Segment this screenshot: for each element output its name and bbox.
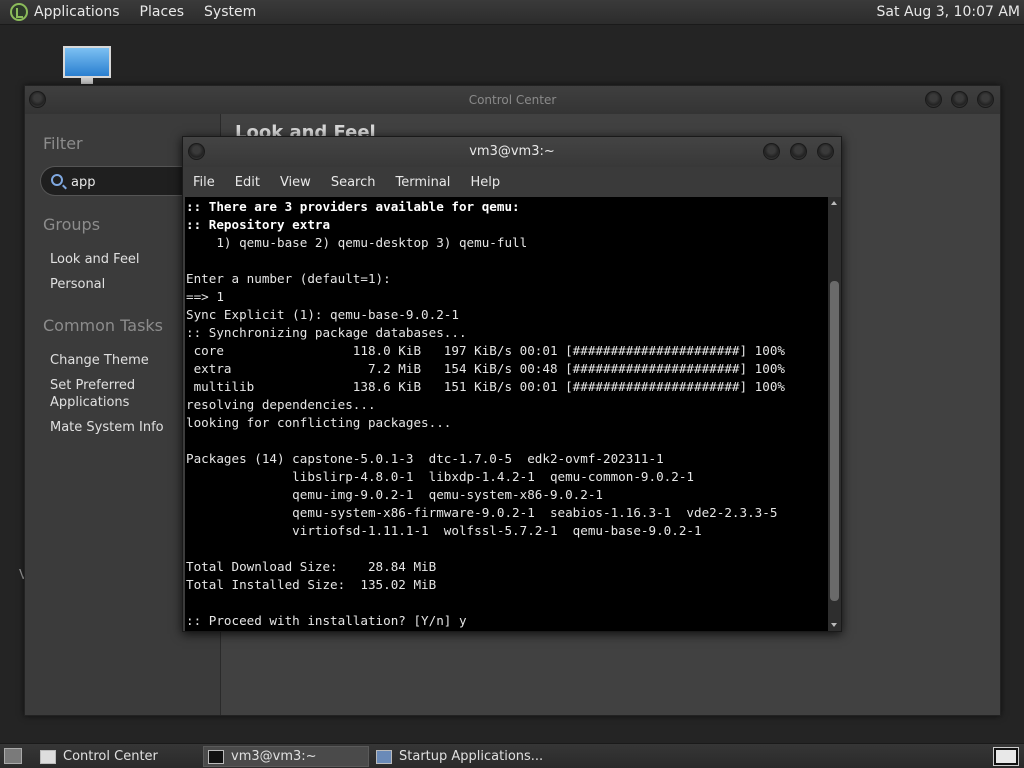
menu-search[interactable]: Search	[331, 175, 376, 190]
terminal-line: Enter a number (default=1):	[186, 271, 391, 286]
terminal-line: ==> 1	[186, 289, 224, 304]
monitor-stand	[81, 78, 93, 84]
mate-logo-icon[interactable]	[10, 3, 28, 21]
control-center-icon	[40, 749, 56, 764]
show-desktop-icon[interactable]	[4, 748, 22, 764]
terminal-line: :: Repository extra	[186, 217, 331, 232]
group-personal[interactable]: Personal	[50, 276, 105, 293]
menu-file[interactable]: File	[193, 175, 215, 190]
minimize-button[interactable]	[763, 143, 780, 160]
terminal-icon	[208, 749, 224, 764]
search-icon	[51, 174, 63, 186]
control-center-titlebar[interactable]: Control Center	[25, 86, 1000, 114]
terminal-line: :: Synchronizing package databases...	[186, 325, 467, 340]
task-control-center[interactable]: Control Center	[36, 746, 196, 767]
applications-menu[interactable]: Applications	[34, 4, 120, 20]
window-menu-button[interactable]	[29, 91, 46, 108]
menu-help[interactable]: Help	[470, 175, 500, 190]
task-label: Startup Applications...	[399, 749, 544, 764]
top-panel: Applications Places System Sat Aug 3, 10…	[0, 0, 1024, 25]
bottom-panel: Control Center vm3@vm3:~ Startup Applica…	[0, 743, 1024, 768]
scroll-up-arrow-icon[interactable]	[831, 201, 837, 205]
terminal-title: vm3@vm3:~	[469, 144, 555, 159]
terminal-scrollbar[interactable]	[828, 197, 841, 631]
window-menu-button[interactable]	[188, 143, 205, 160]
menu-terminal[interactable]: Terminal	[395, 175, 450, 190]
task-change-theme[interactable]: Change Theme	[50, 352, 149, 369]
close-button[interactable]	[817, 143, 834, 160]
clock[interactable]: Sat Aug 3, 10:07 AM	[877, 4, 1020, 20]
terminal-line: looking for conflicting packages...	[186, 415, 452, 430]
terminal-line: :: Proceed with installation? [Y/n] y	[186, 613, 467, 628]
minimize-button[interactable]	[925, 91, 942, 108]
menu-view[interactable]: View	[280, 175, 311, 190]
terminal-line: libslirp-4.8.0-1 libxdp-1.4.2-1 qemu-com…	[186, 469, 694, 484]
terminal-line: extra 7.2 MiB 154 KiB/s 00:48 [#########…	[186, 361, 785, 376]
terminal-line: :: There are 3 providers available for q…	[186, 199, 520, 214]
terminal-line: Total Installed Size: 135.02 MiB	[186, 577, 437, 592]
task-startup-applications[interactable]: Startup Applications...	[372, 746, 552, 767]
terminal-window: vm3@vm3:~ File Edit View Search Terminal…	[182, 136, 842, 632]
task-terminal[interactable]: vm3@vm3:~	[203, 746, 369, 767]
terminal-line: 1) qemu-base 2) qemu-desktop 3) qemu-ful…	[186, 235, 528, 250]
filter-search-box[interactable]	[40, 166, 200, 196]
terminal-output[interactable]: :: There are 3 providers available for q…	[185, 197, 828, 631]
system-menu[interactable]: System	[204, 4, 256, 20]
close-button[interactable]	[977, 91, 994, 108]
terminal-line: qemu-img-9.0.2-1 qemu-system-x86-9.0.2-1	[186, 487, 604, 502]
task-mate-system-info[interactable]: Mate System Info	[50, 419, 164, 436]
menu-edit[interactable]: Edit	[235, 175, 260, 190]
terminal-line: multilib 138.6 KiB 151 KiB/s 00:01 [####…	[186, 379, 785, 394]
terminal-line: Packages (14) capstone-5.0.1-3 dtc-1.7.0…	[186, 451, 664, 466]
task-set-preferred-applications[interactable]: Set Preferred	[50, 377, 135, 394]
terminal-line: Sync Explicit (1): qemu-base-9.0.2-1	[186, 307, 459, 322]
groups-heading: Groups	[43, 215, 101, 234]
scrollbar-thumb[interactable]	[830, 281, 839, 601]
terminal-line: Total Download Size: 28.84 MiB	[186, 559, 437, 574]
computer-desktop-icon[interactable]	[63, 46, 113, 86]
workspace-switcher[interactable]	[993, 747, 1019, 766]
terminal-menubar: File Edit View Search Terminal Help	[183, 167, 841, 197]
control-center-title: Control Center	[468, 93, 557, 107]
terminal-line: core 118.0 KiB 197 KiB/s 00:01 [########…	[186, 343, 785, 358]
terminal-line: resolving dependencies...	[186, 397, 376, 412]
filter-search-input[interactable]	[71, 173, 191, 191]
task-label: vm3@vm3:~	[231, 749, 317, 764]
filter-heading: Filter	[43, 134, 83, 153]
task-set-preferred-applications-line2[interactable]: Applications	[50, 394, 129, 411]
task-label: Control Center	[63, 749, 158, 764]
maximize-button[interactable]	[951, 91, 968, 108]
startup-applications-icon	[376, 749, 392, 764]
terminal-line: qemu-system-x86-firmware-9.0.2-1 seabios…	[186, 505, 778, 520]
maximize-button[interactable]	[790, 143, 807, 160]
group-look-and-feel[interactable]: Look and Feel	[50, 251, 140, 268]
places-menu[interactable]: Places	[140, 4, 185, 20]
common-tasks-heading: Common Tasks	[43, 316, 164, 335]
monitor-screen	[63, 46, 111, 78]
scroll-down-arrow-icon[interactable]	[831, 623, 837, 627]
terminal-line: virtiofsd-1.11.1-1 wolfssl-5.7.2-1 qemu-…	[186, 523, 702, 538]
terminal-titlebar[interactable]: vm3@vm3:~	[183, 137, 841, 167]
